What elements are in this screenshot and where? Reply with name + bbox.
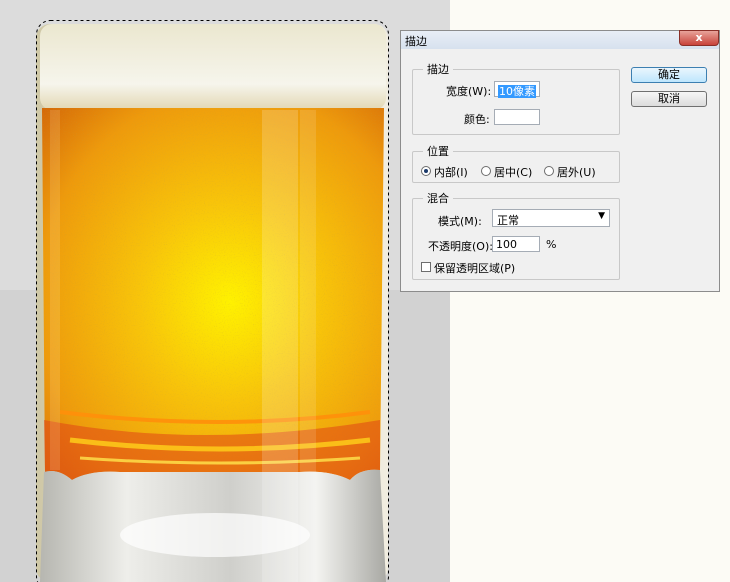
position-group-legend: 位置: [427, 145, 449, 158]
glass-reflection-2: [300, 110, 316, 582]
preserve-transparency-label: 保留透明区域(P): [434, 262, 516, 275]
opacity-value: 100: [496, 238, 517, 251]
radio-inside-label: 内部(I): [434, 166, 468, 179]
glass-reflection-3: [50, 110, 60, 470]
preserve-transparency-checkbox[interactable]: [421, 262, 431, 272]
foam-layer: [40, 24, 386, 110]
mode-value: 正常: [497, 214, 519, 227]
radio-outside-label: 居外(U): [557, 166, 596, 179]
blend-group-legend: 混合: [427, 192, 449, 205]
ok-button[interactable]: 确定: [631, 67, 707, 83]
radio-inside[interactable]: [421, 166, 431, 176]
opacity-input[interactable]: 100: [492, 236, 540, 252]
beer-glass-illustration: [36, 20, 389, 582]
radio-outside[interactable]: [544, 166, 554, 176]
opacity-label: 不透明度(O):: [428, 240, 493, 253]
beer-bubbles-texture: [42, 108, 384, 480]
mode-label: 模式(M):: [438, 215, 482, 228]
glass-reflection-1: [262, 110, 298, 582]
radio-center[interactable]: [481, 166, 491, 176]
color-swatch[interactable]: [494, 109, 540, 125]
dialog-titlebar: 描边 x: [401, 30, 719, 49]
width-input[interactable]: 10像素: [494, 81, 540, 98]
cancel-button[interactable]: 取消: [631, 91, 707, 107]
stroke-dialog: 描边 x 描边 宽度(W): 10像素 颜色: 位置 内部(I) 居中(C) 居…: [400, 30, 720, 292]
color-label: 颜色:: [464, 113, 490, 126]
width-value: 10像素: [498, 85, 536, 98]
mode-select[interactable]: 正常 ▼: [492, 209, 610, 227]
close-button[interactable]: x: [679, 30, 719, 46]
dialog-title: 描边: [405, 35, 427, 48]
stroke-group-legend: 描边: [427, 63, 449, 76]
chevron-down-icon: ▼: [598, 211, 605, 221]
radio-center-label: 居中(C): [494, 166, 533, 179]
opacity-unit: %: [546, 238, 557, 251]
width-label: 宽度(W):: [446, 85, 492, 98]
